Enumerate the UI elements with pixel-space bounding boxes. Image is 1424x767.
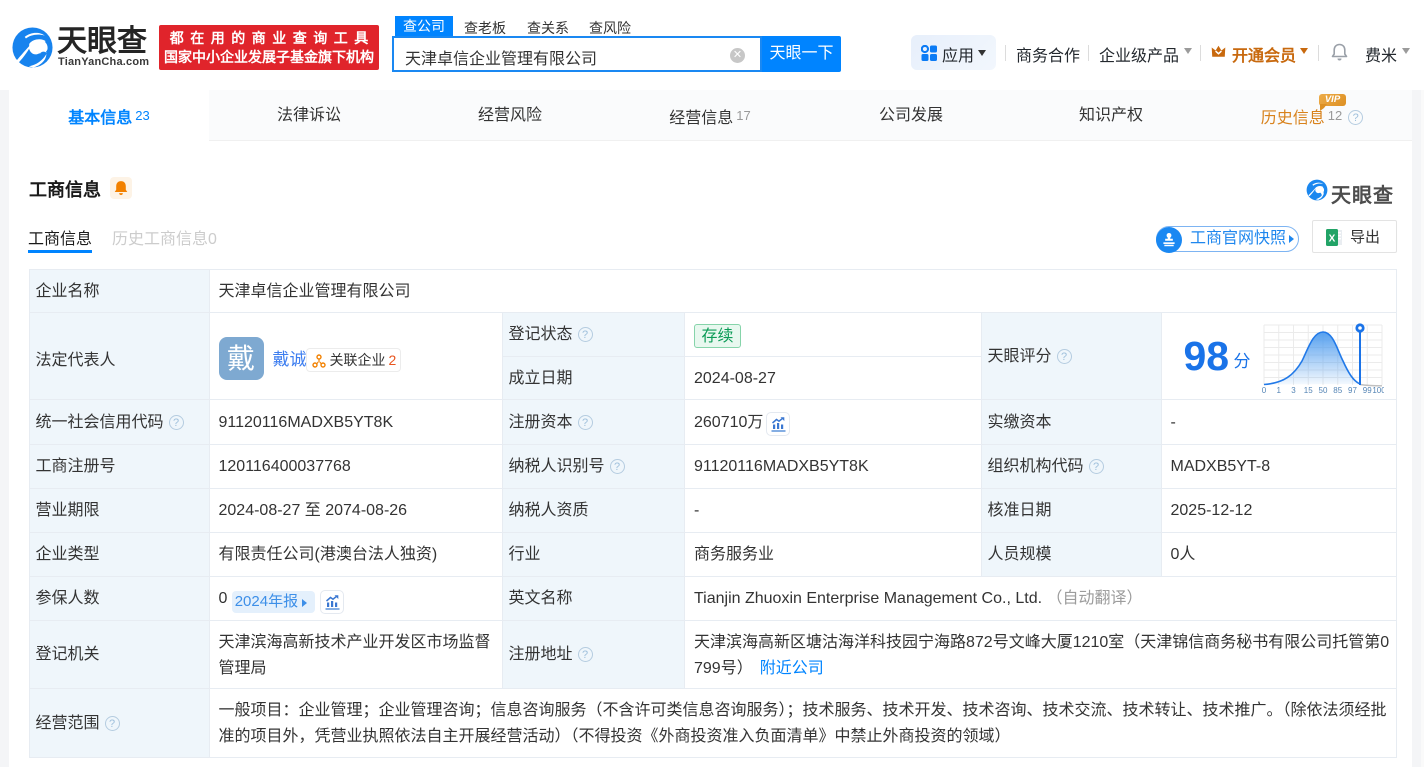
svg-text:3: 3 (1291, 386, 1296, 395)
svg-text:X: X (1329, 234, 1336, 245)
svg-text:1: 1 (1276, 386, 1281, 395)
svg-text:100: 100 (1372, 386, 1384, 395)
svg-text:0: 0 (1261, 386, 1266, 395)
svg-text:99: 99 (1362, 386, 1371, 395)
svg-text:50: 50 (1318, 386, 1327, 395)
svg-text:15: 15 (1303, 386, 1312, 395)
svg-text:85: 85 (1333, 386, 1342, 395)
svg-text:97: 97 (1348, 386, 1357, 395)
